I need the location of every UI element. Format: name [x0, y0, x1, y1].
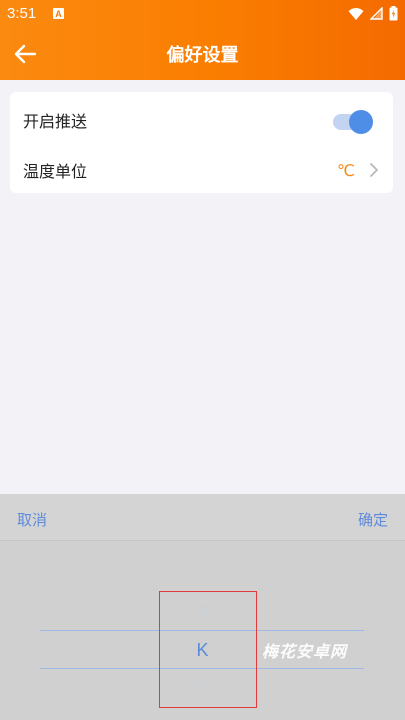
- page-title: 偏好设置: [166, 45, 239, 66]
- confirm-button[interactable]: 确定: [358, 509, 388, 530]
- temperature-unit-value: ℃: [337, 160, 355, 180]
- signal-icon: [370, 7, 383, 20]
- picker-toolbar: 取消 确定: [0, 494, 405, 541]
- cancel-button[interactable]: 取消: [17, 509, 47, 530]
- settings-card: 开启推送 温度单位 ℃: [10, 92, 393, 193]
- notification-a-icon: A: [53, 8, 64, 19]
- battery-icon: [389, 6, 398, 21]
- temperature-unit-label: 温度单位: [23, 162, 88, 181]
- wifi-icon: [348, 7, 364, 20]
- push-toggle[interactable]: [333, 109, 373, 134]
- highlight-box: [159, 591, 257, 708]
- push-label: 开启推送: [23, 112, 88, 131]
- app-bar: 偏好设置: [0, 28, 405, 80]
- status-time: 3:51: [7, 5, 37, 22]
- push-setting-row: 开启推送: [10, 95, 393, 145]
- toggle-knob: [349, 110, 373, 134]
- temperature-unit-row[interactable]: 温度单位 ℃: [10, 145, 393, 195]
- chevron-right-icon: [370, 163, 378, 177]
- watermark: 梅花安卓网: [262, 642, 348, 661]
- status-icons: [348, 6, 398, 21]
- header: 3:51 A 偏好设置: [0, 0, 405, 80]
- status-bar: 3:51 A: [0, 0, 405, 28]
